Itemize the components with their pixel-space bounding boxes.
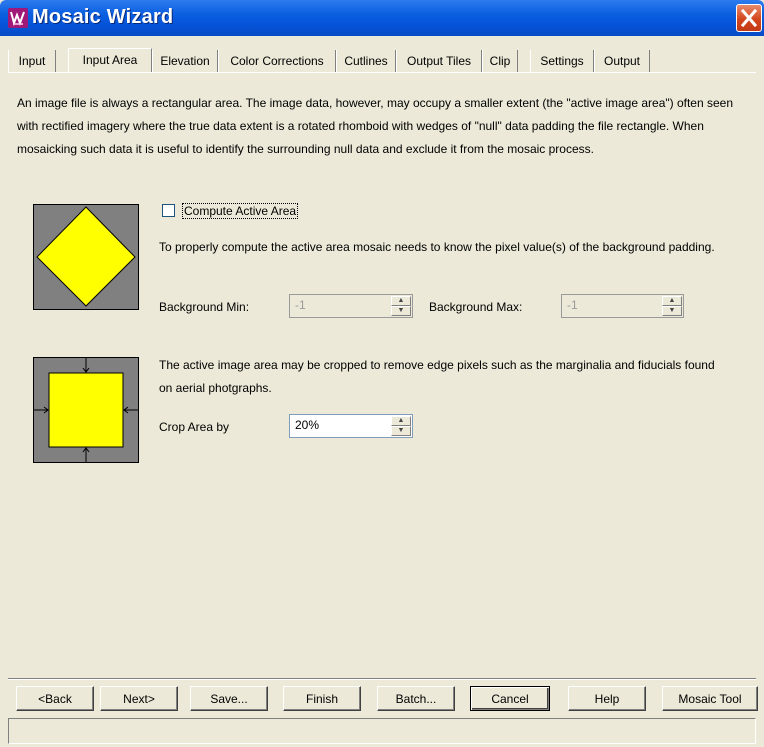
tab-output[interactable]: Output [594, 50, 650, 72]
batch-button[interactable]: Batch... [377, 686, 455, 711]
intro-text: An image file is always a rectangular ar… [17, 96, 733, 156]
tab-input[interactable]: Input [8, 50, 56, 72]
background-max-label: Background Max: [429, 300, 523, 314]
crop-area-spin-buttons: ▲ ▼ [391, 416, 411, 436]
spin-down-icon[interactable]: ▼ [662, 306, 682, 316]
window-title: Mosaic Wizard [32, 6, 174, 28]
mosaic-app-icon [8, 8, 28, 28]
mosaic-tool-button[interactable]: Mosaic Tool [662, 686, 758, 711]
tab-elevation[interactable]: Elevation [152, 50, 218, 72]
spin-down-icon[interactable]: ▼ [391, 306, 411, 316]
close-button[interactable] [736, 4, 762, 32]
spin-up-icon[interactable]: ▲ [391, 296, 411, 306]
compute-active-area-checkbox[interactable] [162, 204, 175, 217]
save-button[interactable]: Save... [190, 686, 268, 711]
title-bar[interactable]: Mosaic Wizard [0, 0, 764, 36]
background-max-value: -1 [567, 298, 578, 312]
compute-active-area-label[interactable]: Compute Active Area [182, 203, 299, 219]
active-area-illustration [33, 204, 139, 310]
tab-settings[interactable]: Settings [530, 50, 594, 72]
tab-input-area[interactable]: Input Area [68, 48, 152, 72]
close-icon [740, 8, 758, 28]
back-button[interactable]: <Back [16, 686, 94, 711]
finish-button[interactable]: Finish [283, 686, 361, 711]
tab-strip: Input Input Area Elevation Color Correct… [8, 48, 756, 72]
status-bar [8, 718, 756, 744]
crop-diagram-icon [34, 358, 138, 462]
tab-clip[interactable]: Clip [482, 50, 518, 72]
crop-area-value: 20% [295, 418, 320, 432]
background-max-spin-buttons: ▲ ▼ [662, 296, 682, 316]
background-min-label: Background Min: [159, 300, 250, 314]
active-area-description: To properly compute the active area mosa… [159, 240, 715, 254]
spin-down-icon[interactable]: ▼ [391, 426, 411, 436]
cancel-button[interactable]: Cancel [470, 686, 550, 711]
tab-output-tiles[interactable]: Output Tiles [396, 50, 482, 72]
crop-description: The active image area may be cropped to … [159, 358, 715, 395]
crop-area-illustration [33, 357, 139, 463]
background-min-value: -1 [295, 298, 306, 312]
help-button[interactable]: Help [568, 686, 646, 711]
tab-divider [8, 72, 756, 73]
tab-color-corrections[interactable]: Color Corrections [218, 50, 336, 72]
background-max-spinner[interactable]: -1 ▲ ▼ [561, 294, 684, 318]
next-button[interactable]: Next> [100, 686, 178, 711]
crop-area-label: Crop Area by [159, 420, 230, 434]
background-min-spin-buttons: ▲ ▼ [391, 296, 411, 316]
crop-area-spinner[interactable]: 20% ▲ ▼ [289, 414, 413, 438]
spin-up-icon[interactable]: ▲ [391, 416, 411, 426]
rhomboid-diagram-icon [36, 206, 136, 307]
spin-up-icon[interactable]: ▲ [662, 296, 682, 306]
background-min-spinner[interactable]: -1 ▲ ▼ [289, 294, 413, 318]
button-separator [8, 678, 756, 680]
tab-cutlines[interactable]: Cutlines [336, 50, 396, 72]
